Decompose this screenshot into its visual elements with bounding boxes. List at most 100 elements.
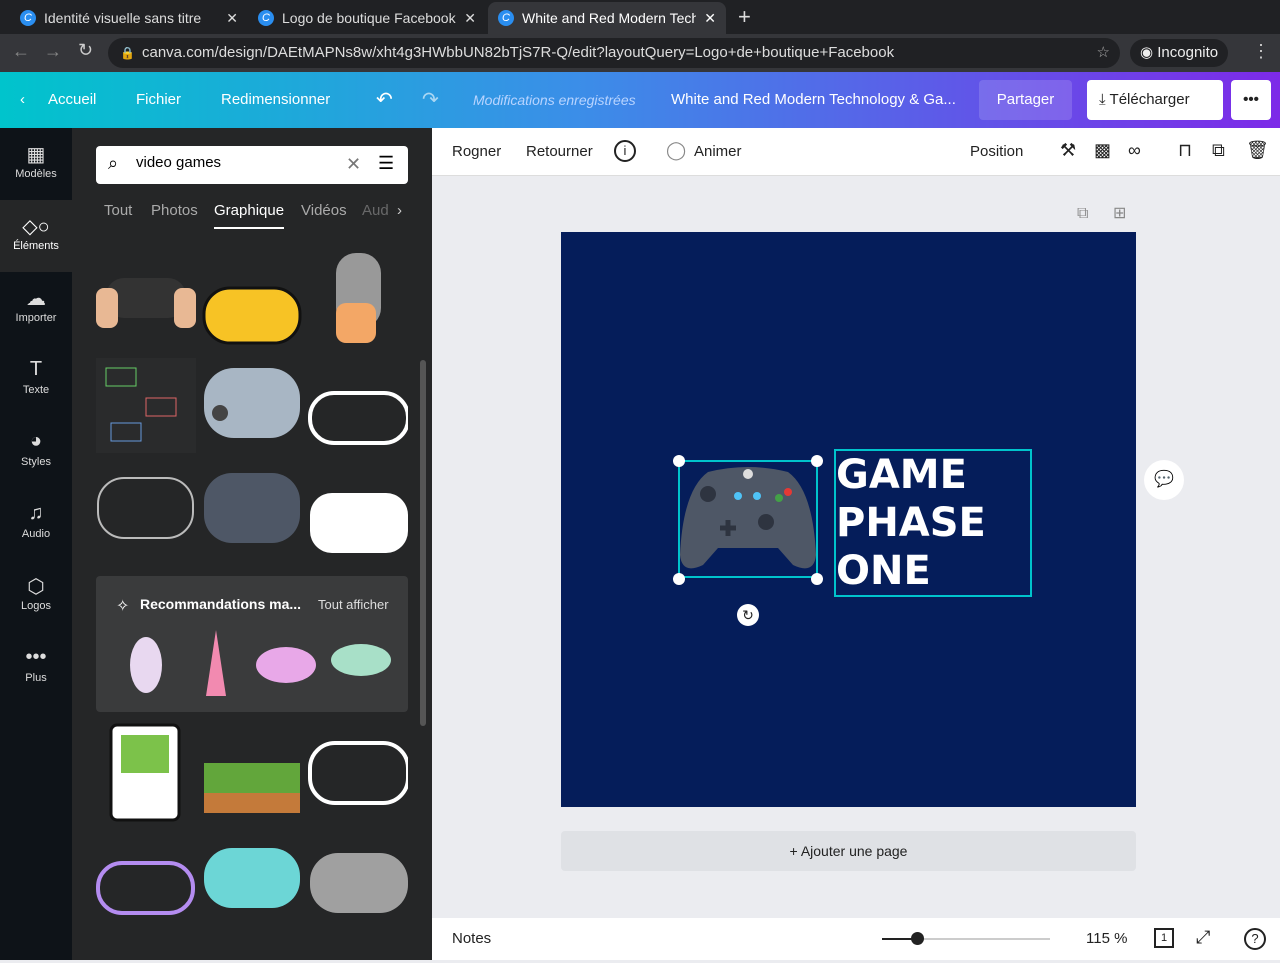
- sidebar-item-logos[interactable]: ⬡ Logos: [0, 560, 72, 632]
- landscape-thumbnail[interactable]: [204, 763, 300, 813]
- url-input[interactable]: 🔒 canva.com/design/DAEtMAPNs8w/xht4g3HWbb…: [108, 38, 1120, 68]
- position-button[interactable]: Position: [970, 143, 1023, 160]
- reload-icon[interactable]: ↻: [78, 40, 93, 61]
- info-icon[interactable]: i: [614, 140, 636, 162]
- paint-roller-icon[interactable]: ⚒: [1060, 140, 1076, 161]
- resize-button[interactable]: Redimensionner: [221, 72, 330, 128]
- tab-graphics[interactable]: Graphique: [214, 202, 285, 229]
- star-icon[interactable]: ☆: [1097, 38, 1110, 68]
- browser-tab-bar: C Identité visuelle sans titre ✕ C Logo de …: [0, 0, 1280, 34]
- comment-icon[interactable]: 💬: [1144, 460, 1184, 500]
- gamepad-thumbnail[interactable]: [96, 278, 196, 328]
- search-input[interactable]: [136, 154, 326, 171]
- lock-icon: 🔒: [120, 46, 135, 60]
- more-options-button[interactable]: •••: [1231, 80, 1271, 120]
- see-all-link[interactable]: Tout afficher: [318, 597, 389, 612]
- palette-icon: ◕: [29, 430, 43, 452]
- gamepad-thumbnail[interactable]: [204, 368, 300, 438]
- chevron-right-icon[interactable]: ›: [397, 202, 402, 219]
- page-count-button[interactable]: 1: [1154, 928, 1174, 948]
- browser-menu-icon[interactable]: ⋮: [1252, 41, 1270, 62]
- address-bar: ← → ↻ 🔒 canva.com/design/DAEtMAPNs8w/xht4…: [0, 34, 1280, 72]
- zoom-level[interactable]: 115 %: [1086, 930, 1127, 947]
- sidebar-item-text[interactable]: T Texte: [0, 344, 72, 416]
- redo-icon[interactable]: ↷: [422, 72, 439, 128]
- sidebar-item-templates[interactable]: ▦ Modèles: [0, 128, 72, 200]
- zoom-slider[interactable]: [882, 932, 1050, 945]
- tab-photos[interactable]: Photos: [151, 202, 198, 219]
- gamepad-thumbnail[interactable]: [310, 493, 408, 553]
- flip-button[interactable]: Retourner: [526, 143, 593, 160]
- duplicate-page-icon[interactable]: ⧉: [1077, 205, 1088, 223]
- unicorn-horn-thumbnail[interactable]: [206, 630, 226, 696]
- gamepad-thumbnail[interactable]: [336, 253, 381, 343]
- home-button[interactable]: Accueil: [48, 72, 96, 128]
- duplicate-icon[interactable]: ⧉: [1212, 140, 1225, 161]
- help-icon[interactable]: ?: [1244, 928, 1266, 950]
- search-icon: ⌕: [108, 153, 119, 173]
- fullscreen-icon[interactable]: ⤢: [1196, 927, 1210, 948]
- transparency-icon[interactable]: ▩: [1094, 140, 1111, 161]
- filter-icon[interactable]: ☰: [378, 153, 394, 174]
- add-page-button[interactable]: + Ajouter une page: [561, 831, 1136, 871]
- add-page-icon[interactable]: ⊞: [1113, 203, 1126, 223]
- share-button[interactable]: Partager: [979, 80, 1072, 120]
- unicorn-thumbnail[interactable]: [256, 647, 316, 683]
- sidebar-item-upload[interactable]: ☁ Importer: [0, 272, 72, 344]
- elements-panel: ⌕ ✕ ☰ Tout Photos Graphique Vidéos Aud ›…: [72, 128, 432, 960]
- browser-tab[interactable]: C Logo de boutique Facebook ✕: [248, 2, 486, 34]
- close-tab-icon[interactable]: ✕: [464, 10, 476, 27]
- unlock-icon[interactable]: ⊓: [1178, 140, 1192, 161]
- graphics-grid-more: [96, 723, 408, 915]
- handheld-console-thumbnail[interactable]: [109, 723, 181, 822]
- gamepad-outline-thumbnail[interactable]: [308, 741, 408, 805]
- sidebar-item-styles[interactable]: ◕ Styles: [0, 416, 72, 488]
- close-tab-icon[interactable]: ✕: [226, 10, 238, 27]
- gamepad-thumbnail[interactable]: [96, 861, 195, 915]
- gamepad-pattern-thumbnail[interactable]: [96, 358, 196, 453]
- back-icon[interactable]: ←: [12, 41, 30, 62]
- canvas-scrollbar[interactable]: [1265, 180, 1275, 900]
- search-box: ⌕ ✕ ☰: [96, 146, 408, 184]
- design-page[interactable]: ↻ GAME PHASE ONE: [561, 232, 1136, 807]
- notes-button[interactable]: Notes: [452, 930, 491, 947]
- sidebar-item-audio[interactable]: ♫ Audio: [0, 488, 72, 560]
- crop-button[interactable]: Rogner: [452, 143, 501, 160]
- gamepad-thumbnail[interactable]: [202, 286, 302, 345]
- gamepad-thumbnail[interactable]: [308, 391, 410, 445]
- browser-tab-active[interactable]: CWhite and Red Modern Technology✕: [488, 2, 726, 34]
- sidebar-item-elements[interactable]: ◇○ Éléments: [0, 200, 72, 272]
- sidebar-item-more[interactable]: ••• Plus: [0, 632, 72, 704]
- pegasus-thumbnail[interactable]: [331, 644, 391, 676]
- sparkle-icon: ✧: [116, 598, 130, 615]
- browser-tab[interactable]: C Identité visuelle sans titre ✕: [10, 2, 248, 34]
- title-text-box[interactable]: GAME PHASE ONE: [834, 449, 1032, 597]
- panel-scrollbar[interactable]: [420, 360, 426, 726]
- download-button[interactable]: ⤓ Télécharger: [1087, 80, 1223, 120]
- gamepad-outline-thumbnail[interactable]: [97, 477, 194, 539]
- new-tab-button[interactable]: +: [738, 4, 751, 30]
- resize-handle[interactable]: [673, 455, 685, 467]
- design-title[interactable]: White and Red Modern Technology & Ga...: [671, 72, 956, 128]
- link-icon[interactable]: ∞: [1128, 140, 1141, 161]
- resize-handle[interactable]: [673, 573, 685, 585]
- file-menu-button[interactable]: Fichier: [136, 72, 181, 128]
- gamepad-thumbnail[interactable]: [310, 853, 408, 913]
- rotate-handle-icon[interactable]: ↻: [737, 604, 759, 626]
- tab-all[interactable]: Tout: [104, 202, 132, 219]
- resize-handle[interactable]: [811, 455, 823, 467]
- undo-icon[interactable]: ↶: [376, 72, 393, 128]
- forward-icon[interactable]: →: [44, 41, 62, 62]
- unicorn-thumbnail[interactable]: [130, 637, 162, 693]
- tab-audio[interactable]: Aud: [362, 202, 389, 219]
- incognito-badge[interactable]: ◉ Incognito: [1130, 39, 1229, 67]
- tab-videos[interactable]: Vidéos: [301, 202, 347, 219]
- close-tab-icon[interactable]: ✕: [704, 10, 716, 27]
- zoom-slider-thumb[interactable]: [911, 932, 924, 945]
- animate-button[interactable]: Animer: [694, 143, 742, 160]
- trash-icon[interactable]: 🗑: [1246, 140, 1269, 161]
- gamepad-thumbnail[interactable]: [204, 473, 300, 543]
- resize-handle[interactable]: [811, 573, 823, 585]
- gamepad-thumbnail[interactable]: [204, 848, 300, 908]
- clear-search-icon[interactable]: ✕: [346, 154, 361, 175]
